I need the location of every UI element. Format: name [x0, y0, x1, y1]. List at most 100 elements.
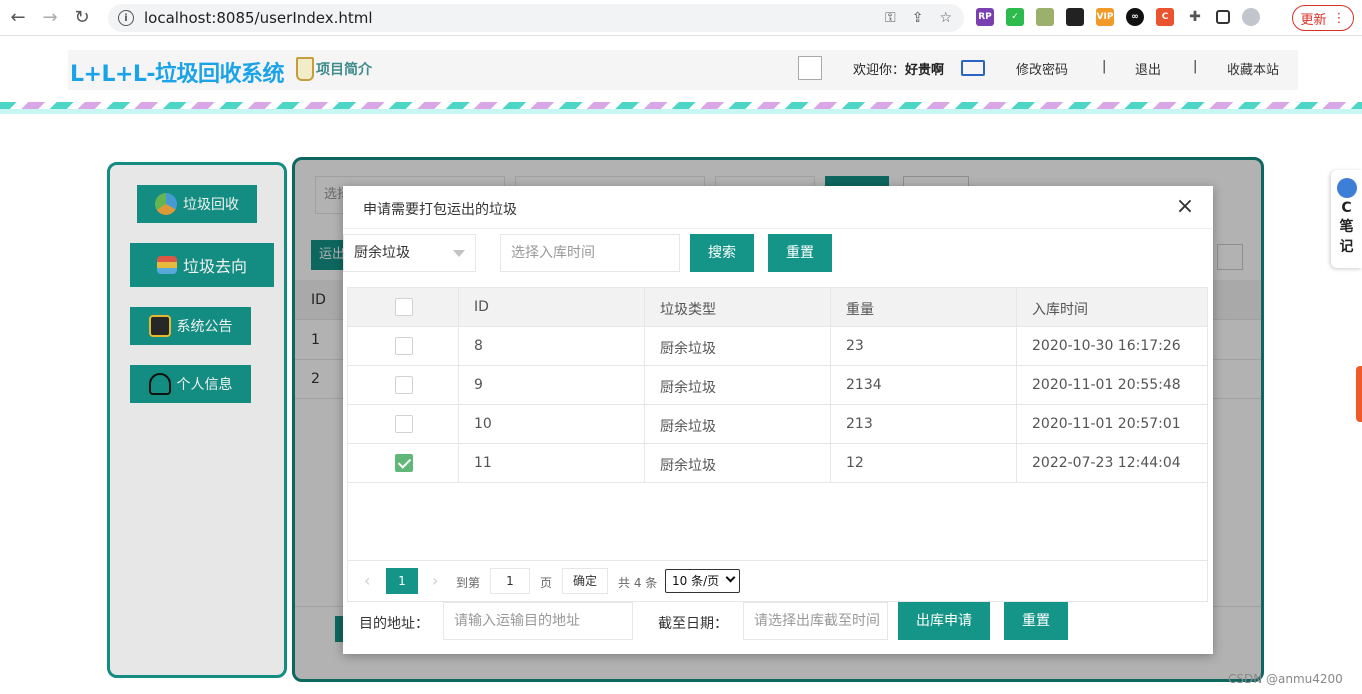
- cell-weight: 12: [846, 455, 864, 471]
- update-button[interactable]: 更新 ⋮: [1292, 5, 1354, 31]
- destination-input[interactable]: 请输入运输目的地址: [443, 602, 633, 640]
- back-icon[interactable]: ←: [4, 4, 32, 32]
- widget-line: 记: [1339, 239, 1354, 255]
- page-current[interactable]: 1: [386, 568, 418, 594]
- reset-form-button[interactable]: 重置: [1004, 602, 1068, 640]
- column-header-id: ID: [474, 299, 489, 315]
- widget-line: 笔: [1339, 219, 1354, 235]
- url-text: localhost:8085/userIndex.html: [144, 9, 373, 27]
- decorative-stripe-band: [0, 109, 1362, 114]
- axure-extension-icon[interactable]: RP: [976, 8, 994, 26]
- welcome-text: 欢迎你：好贵啊: [853, 59, 944, 78]
- address-bar[interactable]: i localhost:8085/userIndex.html ⚿ ⇪ ☆: [108, 4, 964, 32]
- column-divider: [1016, 288, 1017, 483]
- goto-page-input[interactable]: 1: [490, 568, 530, 594]
- infinity-extension-icon[interactable]: ∞: [1126, 8, 1144, 26]
- cell-id: 11: [474, 455, 492, 471]
- storage-time-input[interactable]: 选择入库时间: [500, 234, 680, 272]
- next-page-icon[interactable]: ›: [432, 571, 438, 590]
- chevron-down-icon: [453, 250, 465, 257]
- app-title: L+L+L-垃圾回收系统: [70, 62, 285, 87]
- search-button[interactable]: 搜索: [690, 234, 754, 272]
- prev-page-icon[interactable]: ‹: [364, 571, 370, 590]
- cell-type: 厨余垃圾: [660, 341, 716, 357]
- deadline-input[interactable]: 请选择出库截至时间: [743, 602, 888, 640]
- side-tab[interactable]: [1356, 366, 1362, 422]
- project-intro-link[interactable]: 项目简介: [296, 57, 372, 81]
- id-card-icon: [961, 60, 985, 76]
- garbage-table: ID 垃圾类型 重量 入库时间 8 厨余垃圾 23 2020-10-30 16:…: [347, 287, 1208, 602]
- monitor-extension-icon[interactable]: [1066, 8, 1084, 26]
- cell-id: 8: [474, 338, 483, 354]
- column-header-time: 入库时间: [1032, 302, 1088, 318]
- table-header-row: ID 垃圾类型 重量 入库时间: [348, 288, 1207, 327]
- puzzle-icon[interactable]: ✚: [1186, 8, 1204, 26]
- deadline-label: 截至日期：: [658, 616, 728, 632]
- table-row[interactable]: 10 厨余垃圾 213 2020-11-01 20:57:01: [348, 405, 1207, 444]
- page-size-select[interactable]: 10 条/页: [665, 569, 740, 593]
- image-extension-icon[interactable]: [1036, 8, 1054, 26]
- cell-time: 2022-07-23 12:44:04: [1032, 455, 1181, 471]
- project-intro-label: 项目简介: [316, 62, 372, 78]
- submit-shipment-button[interactable]: 出库申请: [898, 602, 990, 640]
- extensions-bar: RP ✓ VIP ∞ C ✚: [976, 8, 1260, 26]
- site-info-icon[interactable]: i: [118, 10, 134, 26]
- username: 好贵啊: [905, 63, 945, 78]
- avatar-image: [798, 56, 822, 80]
- bookmark-link[interactable]: 收藏本站: [1227, 59, 1279, 78]
- change-password-link[interactable]: 修改密码: [1016, 59, 1068, 78]
- row-checkbox[interactable]: [395, 376, 413, 394]
- column-divider: [644, 288, 645, 483]
- row-checkbox-checked[interactable]: [395, 454, 413, 472]
- page-size-value: 10 条/页: [672, 574, 720, 588]
- widget-line: C: [1341, 200, 1352, 216]
- update-label: 更新: [1300, 12, 1327, 28]
- row-checkbox[interactable]: [395, 415, 413, 433]
- app-header: L+L+L-垃圾回收系统 项目简介 欢迎你：好贵啊 修改密码 | 退出 | 收藏…: [68, 50, 1298, 90]
- cup-icon: [296, 57, 314, 81]
- storage-time-placeholder: 选择入库时间: [511, 245, 595, 261]
- apply-ship-dialog: 申请需要打包运出的垃圾 × 厨余垃圾 选择入库时间 搜索 重置 ID 垃圾类型 …: [343, 186, 1213, 654]
- table-row[interactable]: 8 厨余垃圾 23 2020-10-30 16:17:26: [348, 327, 1207, 366]
- logout-link[interactable]: 退出: [1135, 59, 1161, 78]
- total-count: 共 4 条: [618, 576, 658, 590]
- row-checkbox[interactable]: [395, 337, 413, 355]
- welcome-prefix: 欢迎你：: [853, 63, 906, 78]
- share-icon[interactable]: ⇪: [912, 10, 924, 26]
- key-icon[interactable]: ⚿: [885, 10, 896, 26]
- column-divider: [458, 288, 459, 483]
- csdn-extension-icon[interactable]: C: [1156, 8, 1174, 26]
- more-menu-icon: ⋮: [1332, 10, 1346, 26]
- destination-label: 目的地址：: [359, 616, 429, 632]
- destination-placeholder: 请输入运输目的地址: [454, 613, 580, 629]
- pagination: ‹ 1 › 到第 1 页 确定 共 4 条 10 条/页: [348, 560, 1207, 602]
- select-all-checkbox[interactable]: [395, 298, 413, 316]
- dialog-header: 申请需要打包运出的垃圾 ×: [343, 186, 1213, 229]
- cell-weight: 2134: [846, 377, 882, 393]
- separator: |: [1102, 59, 1107, 74]
- cell-type: 厨余垃圾: [660, 380, 716, 396]
- csdn-notes-widget[interactable]: C 笔 记: [1331, 170, 1362, 268]
- vip-extension-icon[interactable]: VIP: [1096, 8, 1114, 26]
- overlay-sidebar: [107, 162, 287, 678]
- garbage-type-select[interactable]: 厨余垃圾: [343, 234, 476, 272]
- profile-avatar-icon[interactable]: [1242, 8, 1260, 26]
- cell-time: 2020-11-01 20:57:01: [1032, 416, 1181, 432]
- deadline-placeholder: 请选择出库截至时间: [754, 613, 880, 629]
- reset-filter-button[interactable]: 重置: [768, 234, 832, 272]
- wechat-extension-icon[interactable]: ✓: [1006, 8, 1024, 26]
- forward-icon[interactable]: →: [36, 4, 64, 32]
- star-icon[interactable]: ☆: [939, 10, 952, 26]
- cell-type: 厨余垃圾: [660, 419, 716, 435]
- goto-confirm-button[interactable]: 确定: [562, 568, 608, 594]
- column-header-type: 垃圾类型: [660, 302, 716, 318]
- reload-icon[interactable]: ↻: [68, 4, 96, 32]
- sidepanel-icon[interactable]: [1216, 10, 1230, 24]
- goto-label: 到第: [456, 576, 481, 590]
- cell-id: 9: [474, 377, 483, 393]
- column-divider: [830, 288, 831, 483]
- close-icon[interactable]: ×: [1173, 195, 1197, 219]
- table-row[interactable]: 11 厨余垃圾 12 2022-07-23 12:44:04: [348, 444, 1207, 483]
- cell-time: 2020-10-30 16:17:26: [1032, 338, 1181, 354]
- table-row[interactable]: 9 厨余垃圾 2134 2020-11-01 20:55:48: [348, 366, 1207, 405]
